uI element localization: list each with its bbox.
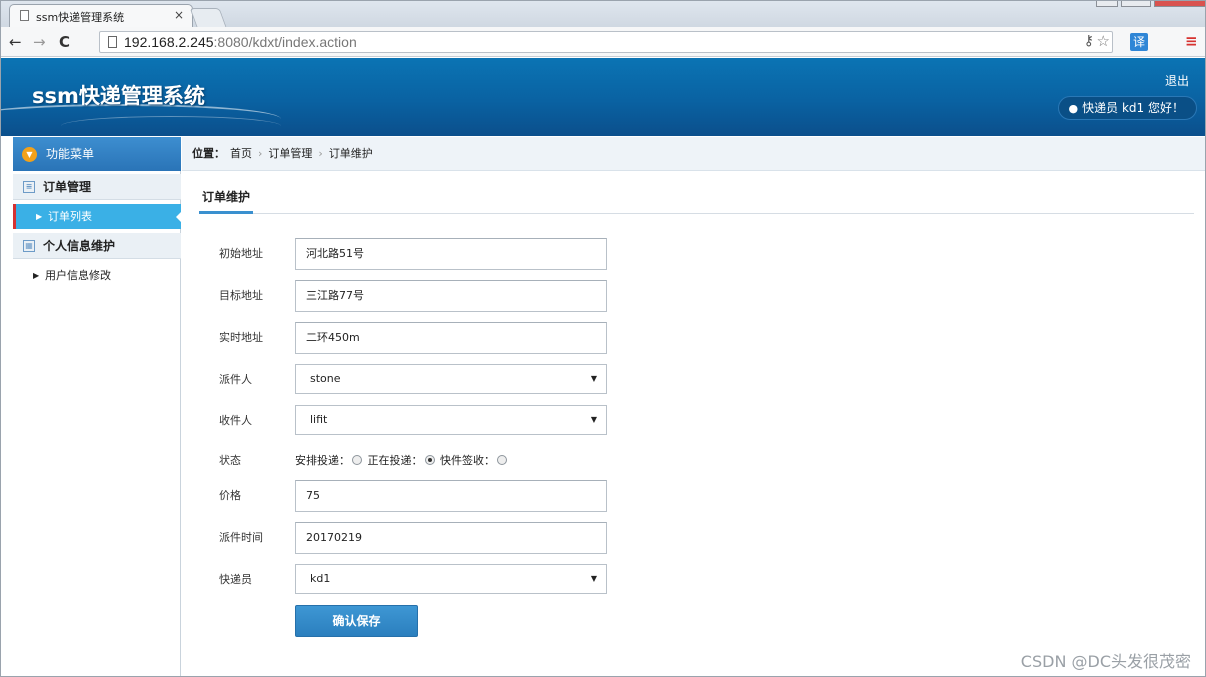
sidebar-group-profile[interactable]: ▦ 个人信息维护 (13, 233, 181, 259)
form-row-price: 价格 75 (182, 480, 1205, 512)
browser-tab[interactable]: ssm快递管理系统 × (9, 4, 193, 27)
breadcrumb-current: 订单维护 (328, 147, 373, 160)
dispatch-time-input[interactable]: 20170219 (295, 522, 607, 554)
sender-select[interactable]: stone ▼ (295, 364, 607, 394)
status-option-arranged-label: 安排投递： (295, 454, 350, 467)
sidebar-item-label: 订单列表 (48, 210, 92, 223)
dispatch-time-label: 派件时间 (219, 531, 263, 544)
page-icon (108, 36, 117, 48)
chevron-down-icon: ▼ (22, 147, 37, 162)
form-row-dispatch-time: 派件时间 20170219 (182, 522, 1205, 554)
dropdown-arrow-icon: ▼ (590, 415, 597, 424)
tab-order-maintain[interactable]: 订单维护 (199, 184, 254, 214)
dropdown-arrow-icon: ▼ (590, 574, 597, 583)
form-row-current-address: 实时地址 二环450m (182, 322, 1205, 354)
translate-icon[interactable]: 译 (1130, 33, 1148, 51)
status-radio-group: 安排投递： 正在投递： 快件签收： (295, 445, 509, 477)
status-option-signed-label: 快件签收： (440, 454, 495, 467)
app-header: ssm快递管理系统 退出 ● 快递员 kd1 您好！ (1, 58, 1205, 136)
form-row-sender: 派件人 stone ▼ (182, 364, 1205, 396)
breadcrumb: 位置： 首页 › 订单管理 › 订单维护 (182, 137, 1205, 171)
courier-label: 快递员 (219, 573, 252, 586)
menu-title-label: 功能菜单 (46, 147, 95, 161)
page-icon (20, 10, 29, 21)
breadcrumb-label: 位置： (192, 147, 225, 160)
browser-window: ssm快递管理系统 × ← → C 192.168.2.245:8080/kdx… (0, 0, 1206, 677)
user-icon: ● (1068, 102, 1079, 115)
sender-label: 派件人 (219, 373, 252, 386)
form-row-status: 状态 安排投递： 正在投递： 快件签收： (182, 445, 1205, 477)
sidebar-group-orders[interactable]: ≡ 订单管理 (13, 174, 181, 200)
list-icon: ≡ (23, 181, 35, 193)
browser-tab-title: ssm快递管理系统 (36, 11, 125, 24)
forward-icon[interactable]: → (33, 32, 46, 52)
address-bar[interactable]: 192.168.2.245:8080/kdxt/index.action ⚷ ☆ (99, 31, 1113, 53)
logout-link[interactable]: 退出 (1165, 72, 1189, 89)
status-option-delivering-label: 正在投递： (367, 454, 423, 467)
receiver-select-value: lifit (310, 413, 328, 426)
current-address-label: 实时地址 (219, 331, 263, 344)
menu-title[interactable]: ▼ 功能菜单 (13, 137, 181, 171)
courier-select[interactable]: kd1 ▼ (295, 564, 607, 594)
save-button[interactable]: 确认保存 (295, 605, 418, 637)
sidebar-item-label: 用户信息修改 (45, 269, 111, 282)
breadcrumb-trail: 首页 › 订单管理 › 订单维护 (230, 137, 373, 171)
sidebar-group-label: 订单管理 (43, 180, 92, 194)
status-radio-arranged[interactable] (352, 455, 362, 465)
receiver-label: 收件人 (219, 414, 252, 427)
breadcrumb-separator-icon: › (258, 147, 263, 160)
address-url: 192.168.2.245:8080/kdxt/index.action (124, 34, 357, 50)
app-title: ssm快递管理系统 (32, 84, 205, 108)
sender-select-value: stone (310, 372, 341, 385)
new-tab-button[interactable] (189, 8, 227, 27)
key-icon[interactable]: ⚷ (1084, 33, 1094, 49)
status-radio-delivering[interactable] (424, 455, 435, 465)
target-address-label: 目标地址 (219, 289, 263, 302)
start-address-input[interactable]: 河北路51号 (295, 238, 607, 270)
current-address-input[interactable]: 二环450m (295, 322, 607, 354)
browser-tab-bar: ssm快递管理系统 × (1, 1, 1205, 27)
breadcrumb-home[interactable]: 首页 (230, 147, 252, 160)
reload-icon[interactable]: C (59, 32, 70, 52)
form-row-target-address: 目标地址 三江路77号 (182, 280, 1205, 312)
sidebar: ▼ 功能菜单 ≡ 订单管理 ▶ 订单列表 ▦ 个人信息维护 ▶ 用户信息修改 (13, 137, 182, 676)
form-row-receiver: 收件人 lifit ▼ (182, 405, 1205, 437)
receiver-select[interactable]: lifit ▼ (295, 405, 607, 435)
form-tab-header: 订单维护 (199, 184, 1194, 214)
url-path: :8080/kdxt/index.action (213, 34, 357, 50)
form-row-courier: 快递员 kd1 ▼ (182, 564, 1205, 596)
breadcrumb-orders[interactable]: 订单管理 (268, 147, 312, 160)
price-label: 价格 (219, 489, 241, 502)
url-host: 192.168.2.245 (124, 34, 214, 50)
arrow-right-icon: ▶ (36, 212, 43, 221)
star-icon[interactable]: ☆ (1097, 32, 1110, 50)
form-row-start-address: 初始地址 河北路51号 (182, 238, 1205, 270)
user-greeting-text: 快递员 kd1 您好！ (1082, 101, 1184, 115)
browser-toolbar: ← → C 192.168.2.245:8080/kdxt/index.acti… (1, 27, 1205, 57)
start-address-label: 初始地址 (219, 247, 263, 260)
courier-select-value: kd1 (310, 572, 331, 585)
calendar-icon: ▦ (23, 240, 35, 252)
breadcrumb-separator-icon: › (318, 147, 323, 160)
arrow-right-icon: ▶ (33, 271, 40, 280)
status-label: 状态 (219, 454, 241, 467)
sidebar-group-label: 个人信息维护 (43, 239, 116, 253)
sidebar-item-user-info[interactable]: ▶ 用户信息修改 (13, 263, 181, 288)
minimize-button[interactable] (1096, 1, 1118, 7)
menu-icon[interactable]: ≡ (1185, 31, 1198, 51)
header-decoration (61, 116, 281, 136)
target-address-input[interactable]: 三江路77号 (295, 280, 607, 312)
maximize-button[interactable] (1121, 1, 1151, 7)
close-window-button[interactable] (1154, 1, 1205, 7)
price-input[interactable]: 75 (295, 480, 607, 512)
user-greeting-badge: ● 快递员 kd1 您好！ (1057, 96, 1197, 120)
back-icon[interactable]: ← (9, 32, 22, 52)
sidebar-item-order-list[interactable]: ▶ 订单列表 (13, 204, 182, 229)
main-content: 订单维护 初始地址 河北路51号 目标地址 三江路77号 实时地址 二环450m… (182, 172, 1205, 676)
dropdown-arrow-icon: ▼ (590, 374, 597, 383)
watermark: CSDN @DC头发很茂密 (1020, 652, 1191, 671)
close-tab-icon[interactable]: × (174, 8, 184, 22)
status-radio-signed[interactable] (497, 455, 507, 465)
